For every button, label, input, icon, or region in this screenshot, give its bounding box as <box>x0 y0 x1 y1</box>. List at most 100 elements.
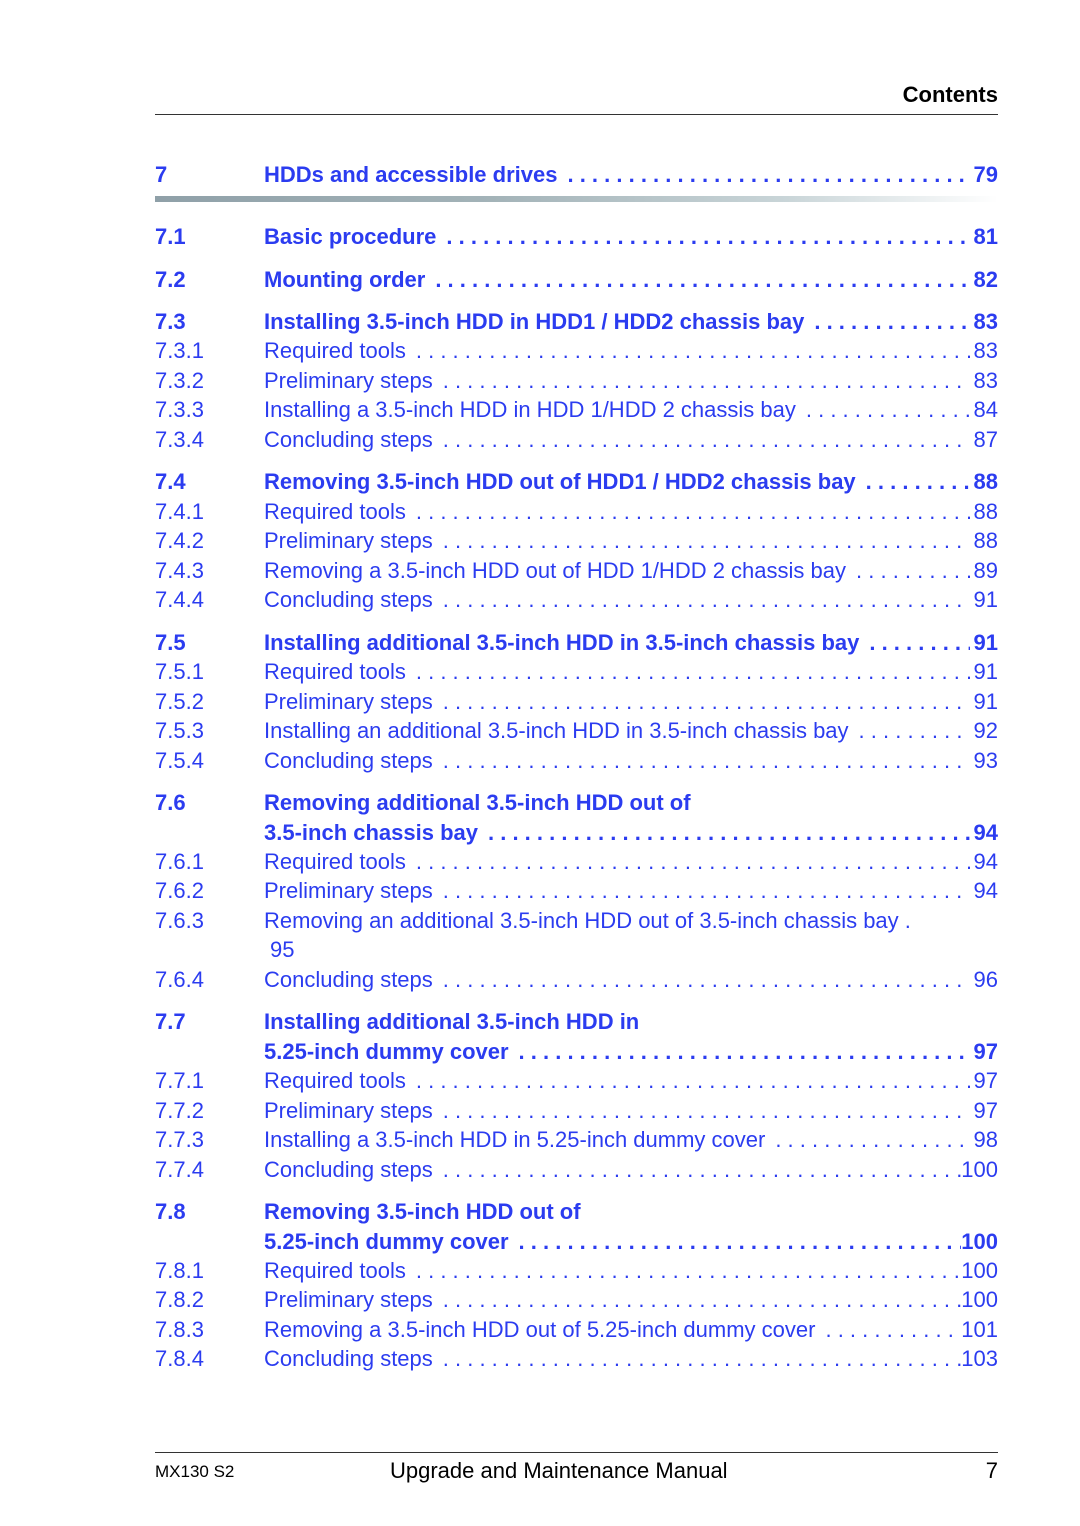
toc-entry-title: Required tools <box>264 659 406 684</box>
toc-entry[interactable]: 7.5.2 Preliminary steps 91 <box>155 687 998 717</box>
toc-entry[interactable]: 7.6.2 Preliminary steps 94 <box>155 876 998 906</box>
toc-entry-page: 82 <box>973 267 998 292</box>
toc-entry-number: 7.5.3 <box>155 718 204 743</box>
toc-dot-leader <box>433 366 970 396</box>
toc-entry[interactable]: 7.4.1 Required tools 88 <box>155 497 998 527</box>
toc-entry[interactable]: 7.8.3 Removing a 3.5-inch HDD out of 5.25… <box>155 1315 998 1345</box>
toc-entry-page: 91 <box>973 659 998 684</box>
toc-entry-number: 7.7 <box>155 1009 186 1034</box>
toc-entry[interactable]: 7 HDDs and accessible drives 79 <box>155 160 998 190</box>
toc-entry[interactable]: 7.7 Installing additional 3.5-inch HDD in <box>155 1007 998 1037</box>
toc-dot-leader: . <box>898 908 911 933</box>
toc-entry-title: Mounting order <box>264 267 426 292</box>
toc-entry-title: Required tools <box>264 499 406 524</box>
toc-entry[interactable]: 7.5.3 Installing an additional 3.5-inch H… <box>155 716 998 746</box>
toc-entry-number: 7.7.3 <box>155 1127 204 1152</box>
toc-dot-leader <box>433 585 970 615</box>
toc-entry[interactable]: 7.4 Removing 3.5-inch HDD out of HDD1 / H… <box>155 467 998 497</box>
toc-entry-title: Installing 3.5-inch HDD in HDD1 / HDD2 c… <box>264 309 805 334</box>
toc-entry-page: 97 <box>973 1068 998 1093</box>
toc-entry-title: Preliminary steps <box>264 368 433 393</box>
toc-entry[interactable]: 7.3.4 Concluding steps 87 <box>155 425 998 455</box>
toc-entry[interactable]: 7.8.2 Preliminary steps 100 <box>155 1285 998 1315</box>
toc-entry-page: 87 <box>973 427 998 452</box>
toc-dot-leader <box>765 1125 970 1155</box>
toc-dot-leader <box>433 687 970 717</box>
toc-entry[interactable]: 7.4.3 Removing a 3.5-inch HDD out of HDD … <box>155 556 998 586</box>
toc-entry-number: 7.6.4 <box>155 967 204 992</box>
toc-entry-page: 97 <box>973 1098 998 1123</box>
toc-dot-leader <box>433 425 970 455</box>
toc-entry[interactable]: 7.5 Installing additional 3.5-inch HDD in… <box>155 628 998 658</box>
toc-entry-title: Concluding steps <box>264 587 433 612</box>
toc-entry-page: 94 <box>973 878 998 903</box>
toc-entry-number: 7.6.1 <box>155 849 204 874</box>
toc-entry-title: Preliminary steps <box>264 1098 433 1123</box>
toc-entry-page: 100 <box>961 1258 998 1283</box>
toc-entry[interactable]: 7.4.4 Concluding steps 91 <box>155 585 998 615</box>
toc-dot-leader <box>406 1066 970 1096</box>
toc-entry-page: 100 <box>961 1229 998 1254</box>
toc-entry-number: 7.5.1 <box>155 659 204 684</box>
toc-entry[interactable]: 7.3.3 Installing a 3.5-inch HDD in HDD 1/… <box>155 395 998 425</box>
toc-entry-title: Basic procedure <box>264 224 437 249</box>
toc-dot-leader <box>859 628 970 658</box>
toc-entry[interactable]: 7.3 Installing 3.5-inch HDD in HDD1 / HDD… <box>155 307 998 337</box>
toc-entry-page: 100 <box>961 1287 998 1312</box>
toc-entry-number: 7.2 <box>155 267 186 292</box>
toc-entry[interactable]: 7.6.1 Required tools 94 <box>155 847 998 877</box>
toc-entry-title: Concluding steps <box>264 1346 433 1371</box>
toc-entry-number: 7.8 <box>155 1199 186 1224</box>
toc-entry-number: 7.7.1 <box>155 1068 204 1093</box>
toc-entry-number: 7 <box>155 162 168 187</box>
toc-entry-title: HDDs and accessible drives <box>264 162 558 187</box>
toc-entry[interactable]: 7.6.3 Removing an additional 3.5-inch HDD… <box>155 906 998 936</box>
toc-entry-page: 93 <box>973 748 998 773</box>
toc-entry-number: 7.4.1 <box>155 499 204 524</box>
toc-entry[interactable]: 7.8.4 Concluding steps 103 <box>155 1344 998 1374</box>
toc-entry-page: 91 <box>973 587 998 612</box>
toc-entry[interactable]: 7.7.2 Preliminary steps 97 <box>155 1096 998 1126</box>
toc-entry[interactable]: 7.3.2 Preliminary steps 83 <box>155 366 998 396</box>
toc-entry[interactable]: 7.2 Mounting order 82 <box>155 265 998 295</box>
toc-entry-number: 7.7.4 <box>155 1157 204 1182</box>
toc-dot-leader <box>433 876 970 906</box>
toc-entry[interactable]: 7.6.4 Concluding steps 96 <box>155 965 998 995</box>
toc-entry[interactable]: 7.7.4 Concluding steps 100 <box>155 1155 998 1185</box>
toc-entry-title: Removing 3.5-inch HDD out of <box>264 1199 581 1224</box>
toc-entry[interactable]: 7.4.2 Preliminary steps 88 <box>155 526 998 556</box>
toc-dot-leader <box>856 467 970 497</box>
toc-entry[interactable]: 7.6 Removing additional 3.5-inch HDD out … <box>155 788 998 818</box>
header-title: Contents <box>902 82 998 107</box>
toc-dot-leader <box>406 336 970 366</box>
toc-entry-number: 7.5.4 <box>155 748 204 773</box>
toc-entry-continuation[interactable]: 5.25-inch dummy cover 100 <box>155 1227 998 1257</box>
toc-entry[interactable]: 7.8 Removing 3.5-inch HDD out of <box>155 1197 998 1227</box>
toc-entry-title: Preliminary steps <box>264 878 433 903</box>
toc-dot-leader <box>406 657 970 687</box>
toc-entry-title: Required tools <box>264 1258 406 1283</box>
toc-entry-page: 95 <box>270 937 295 962</box>
toc-entry-continuation[interactable]: 95 <box>155 935 998 965</box>
toc-entry-title: Installing a 3.5-inch HDD in HDD 1/HDD 2… <box>264 397 796 422</box>
toc-entry-page: 81 <box>973 224 998 249</box>
toc-entry-number: 7.3 <box>155 309 186 334</box>
toc-dot-leader <box>433 1344 962 1374</box>
toc-entry-continuation[interactable]: 5.25-inch dummy cover 97 <box>155 1037 998 1067</box>
toc-entry[interactable]: 7.7.3 Installing a 3.5-inch HDD in 5.25-i… <box>155 1125 998 1155</box>
toc-entry[interactable]: 7.5.1 Required tools 91 <box>155 657 998 687</box>
toc-entry[interactable]: 7.1 Basic procedure 81 <box>155 222 998 252</box>
toc-dot-leader <box>478 818 970 848</box>
toc-entry-number: 7.6.2 <box>155 878 204 903</box>
toc-entry[interactable]: 7.5.4 Concluding steps 93 <box>155 746 998 776</box>
toc-entry-continuation[interactable]: 3.5-inch chassis bay 94 <box>155 818 998 848</box>
toc-entry-page: 97 <box>973 1039 998 1064</box>
toc-entry-title-line2: 3.5-inch chassis bay <box>264 820 478 845</box>
toc-entry-page: 88 <box>973 469 998 494</box>
toc-entry-title: Removing a 3.5-inch HDD out of 5.25-inch… <box>264 1317 816 1342</box>
toc-entry[interactable]: 7.8.1 Required tools 100 <box>155 1256 998 1286</box>
toc-entry[interactable]: 7.3.1 Required tools 83 <box>155 336 998 366</box>
toc-entry-number: 7.4.2 <box>155 528 204 553</box>
toc-entry[interactable]: 7.7.1 Required tools 97 <box>155 1066 998 1096</box>
toc-dot-leader <box>406 1256 961 1286</box>
